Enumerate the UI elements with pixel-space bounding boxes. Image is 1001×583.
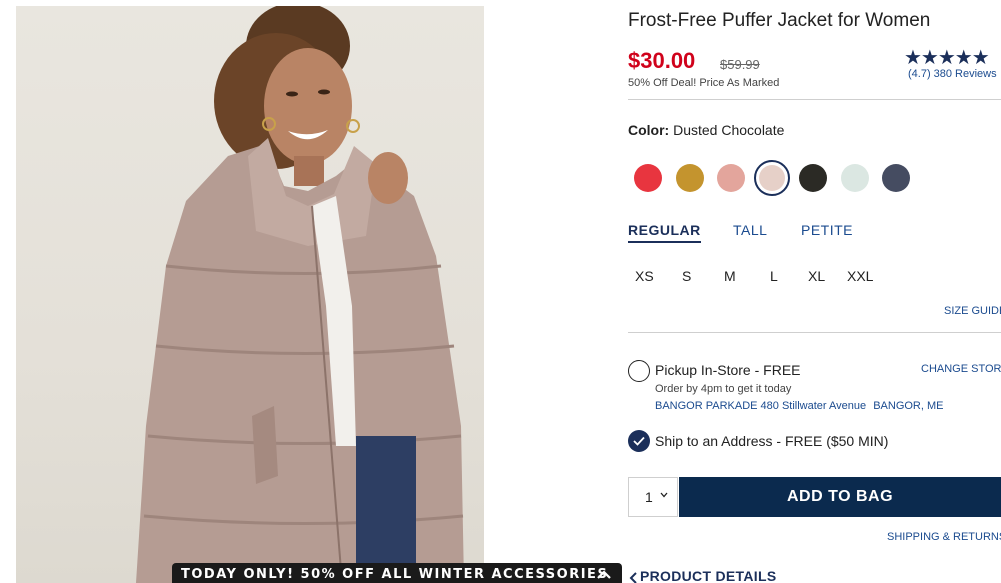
pickup-label[interactable]: Pickup In-Store - FREE [655,362,801,378]
promo-banner-text: TODAY ONLY! 50% OFF ALL WINTER ACCESSORI… [181,567,609,582]
product-detail-panel: Frost-Free Puffer Jacket for Women $30.0… [628,0,1001,583]
shipping-returns-link[interactable]: SHIPPING & RETURNS [887,531,1001,543]
reviews-count: 380 Reviews [933,68,997,80]
ship-to-address-radio[interactable] [628,430,650,452]
size-xl[interactable]: XL [808,268,825,284]
ship-to-address-label[interactable]: Ship to an Address - FREE ($50 MIN) [655,433,888,449]
color-swatch-pink[interactable] [717,164,745,192]
color-swatch-dusted-chocolate[interactable] [754,160,790,196]
add-to-bag-button[interactable]: ADD TO BAG [679,477,1001,517]
divider [628,99,1001,100]
chevron-left-icon[interactable] [628,572,638,583]
rating-value: (4.7) [908,68,931,80]
promo-banner[interactable]: TODAY ONLY! 50% OFF ALL WINTER ACCESSORI… [172,563,622,583]
color-swatch-white-print[interactable] [841,164,869,192]
color-swatch-navy[interactable] [882,164,910,192]
color-label: Color: [628,122,670,138]
model-illustration [136,6,464,583]
size-xs[interactable]: XS [635,268,654,284]
size-guide-link[interactable]: SIZE GUIDE [944,305,1001,317]
color-swatch-mustard[interactable] [676,164,704,192]
sale-price: $30.00 [628,48,696,73]
chevron-down-icon [660,492,668,498]
tab-regular[interactable]: REGULAR [628,222,701,243]
quantity-select[interactable]: 1 [628,477,678,517]
color-swatch-black[interactable] [799,164,827,192]
product-details-toggle[interactable]: PRODUCT DETAILS [640,568,776,583]
reviews-link[interactable]: (4.7) 380 Reviews [908,68,997,80]
pickup-radio[interactable] [628,360,650,382]
store-address-link[interactable]: BANGOR PARKADE 480 Stillwater Avenue BAN… [655,400,944,412]
quantity-value: 1 [645,489,653,505]
order-by-text: Order by 4pm to get it today [655,383,792,395]
divider [628,332,1001,333]
size-l[interactable]: L [770,268,778,284]
product-image[interactable] [16,6,484,583]
deal-text: 50% Off Deal! Price As Marked [628,77,780,89]
color-swatch-fill [759,165,785,191]
store-address: BANGOR PARKADE 480 Stillwater Avenue [655,400,867,412]
chevron-up-icon[interactable] [596,569,612,579]
size-m[interactable]: M [724,268,736,284]
color-swatch-red[interactable] [634,164,662,192]
size-xxl[interactable]: XXL [847,268,873,284]
tab-petite[interactable]: PETITE [801,222,853,238]
product-title: Frost-Free Puffer Jacket for Women [628,10,931,31]
original-price: $59.99 [720,57,760,72]
size-s[interactable]: S [682,268,691,284]
store-city: BANGOR, ME [873,400,944,412]
change-store-link[interactable]: CHANGE STORE [921,363,1001,375]
tab-tall[interactable]: TALL [733,222,767,238]
color-label-row: Color: Dusted Chocolate [628,122,784,138]
selected-color-name: Dusted Chocolate [673,122,785,138]
checkmark-icon [633,436,645,446]
rating-stars-icon[interactable]: ★★★★★ [904,48,990,68]
